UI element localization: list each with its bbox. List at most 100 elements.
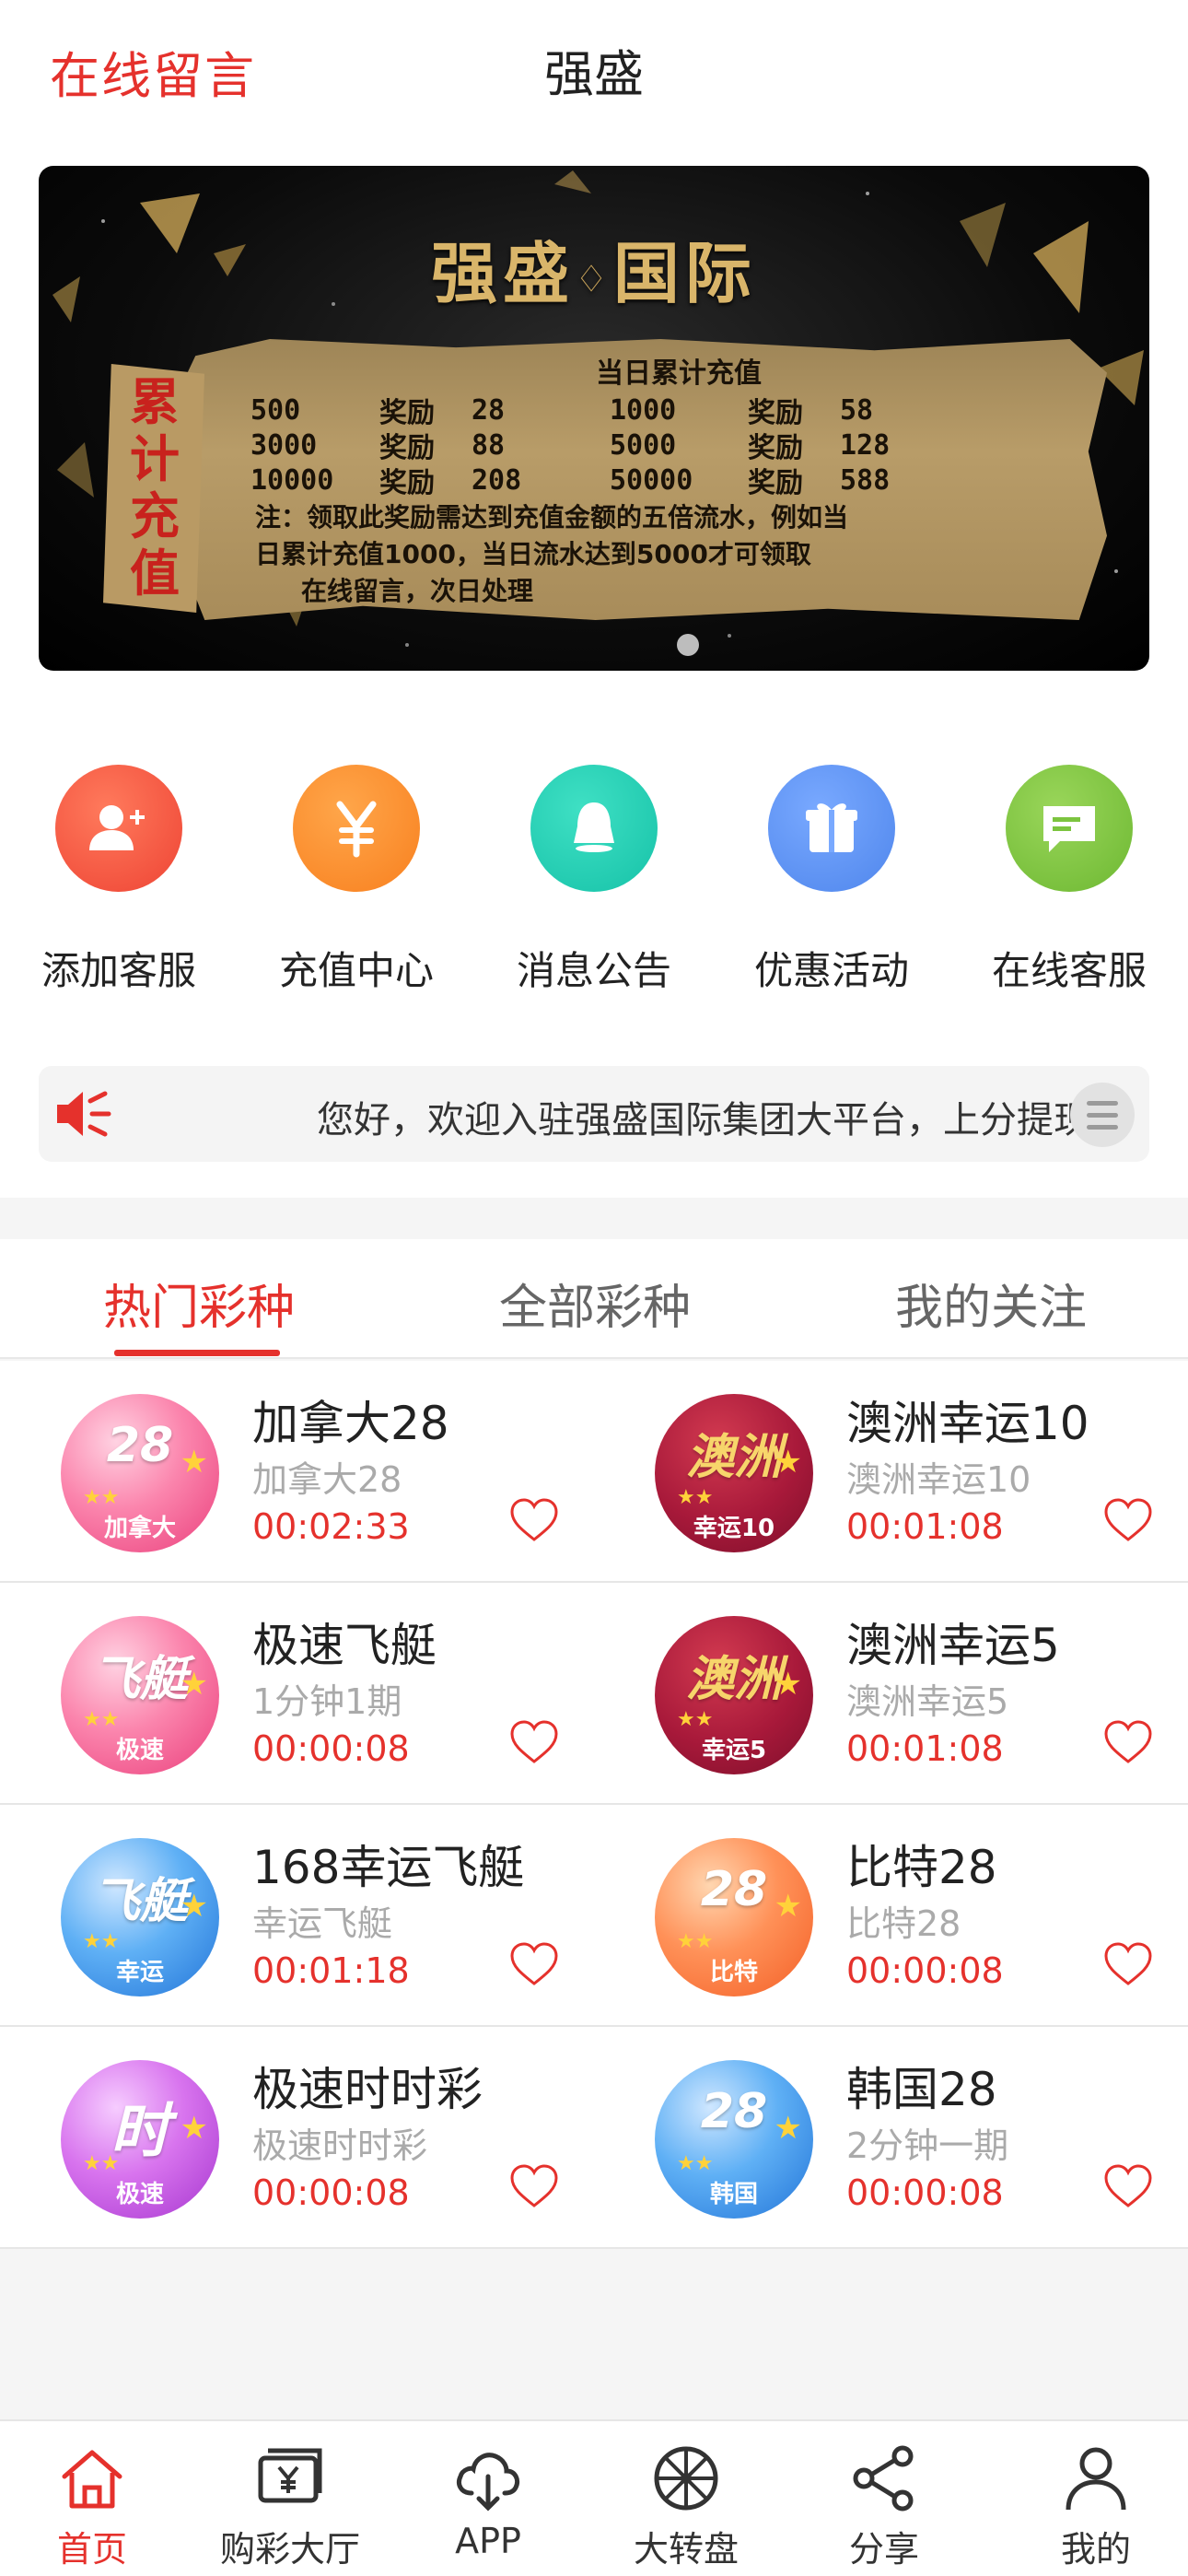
game-row: 时 ★ ★★ 极速 极速时时彩 极速时时彩 00:00:08 28 ★ ★★ 韩国 韩国28 2分钟一期…: [0, 2027, 1188, 2249]
tabbar-home[interactable]: 首页: [0, 2441, 184, 2571]
notice-marquee[interactable]: 您好，欢迎入驻强盛国际集团大平台，上分提现秒到账: [39, 1066, 1149, 1162]
game-countdown: 00:02:33: [252, 1506, 410, 1547]
tabbar-label: 分享: [848, 2529, 919, 2570]
game-name: 澳洲幸运10: [846, 1397, 1089, 1450]
page-title: 强盛: [544, 45, 644, 103]
game-card[interactable]: 时 ★ ★★ 极速 极速时时彩 极速时时彩 00:00:08: [0, 2027, 594, 2248]
game-row: 飞艇 ★ ★★ 极速 极速飞艇 1分钟1期 00:00:08 澳洲 ★ ★★ 幸运5 澳洲幸运5 澳洲幸…: [0, 1583, 1188, 1805]
heart-icon[interactable]: [1102, 2163, 1154, 2209]
game-subtitle: 澳洲幸运5: [846, 1681, 1009, 1722]
game-logo-icon: 时 ★ ★★ 极速: [61, 2060, 219, 2219]
game-countdown: 00:00:08: [252, 2172, 410, 2213]
tab-hot-games[interactable]: 热门彩种: [103, 1269, 295, 1338]
notice-text: 您好，欢迎入驻强盛国际集团大平台，上分提现秒到账: [317, 1099, 1095, 1142]
top-nav-bar: 在线留言 强盛: [0, 0, 1188, 138]
game-countdown: 00:01:08: [846, 1728, 1004, 1769]
game-name: 比特28: [846, 1841, 997, 1894]
banner-side-text: 累 计 充 值: [130, 372, 180, 603]
gift-icon: [768, 765, 895, 892]
game-logo-icon: 澳洲 ★ ★★ 幸运10: [655, 1394, 813, 1552]
banner-note: 注：领取此奖励需达到充值金额的五倍流水，例如当 日累计充值1000，当日流水达到…: [255, 502, 849, 606]
banner-heading: 当日累计充值: [596, 357, 762, 390]
shortcut-recharge[interactable]: 充值中心: [255, 765, 458, 996]
game-name: 极速时时彩: [252, 2063, 483, 2116]
game-countdown: 00:01:18: [252, 1950, 410, 1991]
game-countdown: 00:00:08: [846, 1950, 1004, 1991]
shortcut-add-support[interactable]: 添加客服: [17, 765, 220, 996]
cloud-download-icon: [457, 2453, 520, 2512]
active-tab-indicator: [114, 1350, 280, 1356]
game-name: 极速飞艇: [252, 1619, 437, 1672]
game-card[interactable]: 飞艇 ★ ★★ 幸运 168幸运飞艇幸运飞艇 00:01:18: [0, 1805, 594, 2026]
shortcut-online-support[interactable]: 在线客服: [968, 765, 1171, 996]
promo-banner[interactable]: 强盛♢国际 累 计 充 值 当日累计充值 500 奖励 28 1000 奖励 58 30…: [39, 166, 1149, 671]
shortcut-label: 优惠活动: [753, 948, 909, 993]
heart-icon[interactable]: [1102, 1719, 1154, 1765]
shortcut-label: 消息公告: [516, 948, 671, 993]
tabbar-label: 购彩大厅: [219, 2529, 360, 2570]
game-subtitle: 2分钟一期: [846, 2125, 1009, 2166]
tabbar-app[interactable]: APP: [396, 2441, 580, 2561]
top-area: 强盛♢国际 累 计 充 值 当日累计充值 500 奖励 28 1000 奖励 58 30…: [0, 138, 1188, 1198]
game-card[interactable]: 28 ★ ★★ 比特 比特28 比特28 00:00:08: [594, 1805, 1188, 2026]
game-list: 28 ★ ★★ 加拿大 加拿大28 加拿大28 00:02:33 澳洲 ★ ★★ 幸运10 澳洲幸运1…: [0, 1361, 1188, 2249]
shortcut-label: 添加客服: [41, 948, 196, 993]
game-card[interactable]: 28 ★ ★★ 加拿大 加拿大28 加拿大28 00:02:33: [0, 1361, 594, 1582]
heart-icon[interactable]: [1102, 1941, 1154, 1987]
game-logo-icon: 飞艇 ★ ★★ 幸运: [61, 1838, 219, 1996]
tabbar-lottery-hall[interactable]: 购彩大厅: [198, 2441, 382, 2571]
shortcut-announcements[interactable]: 消息公告: [493, 765, 695, 996]
bell-icon: [530, 765, 658, 892]
home-icon: [62, 2450, 122, 2509]
game-logo-icon: 28 ★ ★★ 比特: [655, 1838, 813, 1996]
shortcut-label: 充值中心: [278, 948, 434, 993]
tabbar-label: 大转盘: [633, 2529, 739, 2570]
game-card[interactable]: 澳洲 ★ ★★ 幸运10 澳洲幸运10 澳洲幸运10 00:01:08: [594, 1361, 1188, 1582]
heart-icon[interactable]: [508, 1941, 560, 1987]
ticket-icon: [258, 2448, 322, 2503]
tabbar-share[interactable]: 分享: [792, 2441, 976, 2571]
add-user-icon: [55, 765, 182, 892]
banner-title: 强盛♢国际: [431, 234, 757, 312]
game-name: 168幸运飞艇: [252, 1841, 525, 1894]
tabbar-label: APP: [455, 2521, 521, 2561]
game-logo-icon: 飞艇 ★ ★★ 极速: [61, 1616, 219, 1774]
heart-icon[interactable]: [508, 2163, 560, 2209]
game-countdown: 00:00:08: [252, 1728, 410, 1769]
game-row: 飞艇 ★ ★★ 幸运 168幸运飞艇幸运飞艇 00:01:18 28 ★ ★★ 比特 比特28 比特2…: [0, 1805, 1188, 2027]
banner-row: 3000 奖励 88 5000 奖励 128: [250, 428, 891, 465]
shortcut-row: 添加客服 充值中心 消息公告 优惠活动 在线客服: [0, 765, 1188, 1004]
game-subtitle: 澳洲幸运10: [846, 1459, 1031, 1500]
yen-icon: [293, 765, 420, 892]
tabbar-label: 首页: [56, 2529, 127, 2570]
game-subtitle: 比特28: [846, 1903, 961, 1944]
tabbar-wheel[interactable]: 大转盘: [594, 2441, 778, 2571]
heart-icon[interactable]: [508, 1719, 560, 1765]
carousel-indicator-dot[interactable]: [677, 634, 699, 656]
bottom-tab-bar: 首页 购彩大厅 APP 大转盘 分享 我的: [0, 2419, 1188, 2576]
heart-icon[interactable]: [508, 1497, 560, 1543]
user-icon: [1066, 2447, 1126, 2511]
lottery-tabs: 热门彩种 全部彩种 我的关注: [0, 1239, 1188, 1359]
tabbar-label: 我的: [1060, 2529, 1131, 2570]
shortcut-promotions[interactable]: 优惠活动: [730, 765, 933, 996]
game-logo-icon: 澳洲 ★ ★★ 幸运5: [655, 1616, 813, 1774]
speaker-icon: [57, 1091, 111, 1137]
game-logo-icon: 28 ★ ★★ 韩国: [655, 2060, 813, 2219]
game-subtitle: 幸运飞艇: [252, 1903, 393, 1944]
game-card[interactable]: 澳洲 ★ ★★ 幸运5 澳洲幸运5 澳洲幸运5 00:01:08: [594, 1583, 1188, 1804]
notice-menu-button[interactable]: [1070, 1083, 1135, 1147]
game-name: 韩国28: [846, 2063, 997, 2116]
tab-all-games[interactable]: 全部彩种: [499, 1269, 691, 1338]
game-card[interactable]: 28 ★ ★★ 韩国 韩国28 2分钟一期 00:00:08: [594, 2027, 1188, 2248]
game-card[interactable]: 飞艇 ★ ★★ 极速 极速飞艇 1分钟1期 00:00:08: [0, 1583, 594, 1804]
share-icon: [853, 2445, 914, 2512]
banner-reward-table: 当日累计充值 500 奖励 28 1000 奖励 58 3000 奖励 88 5000 奖励 1…: [250, 350, 1107, 499]
game-name: 澳洲幸运5: [846, 1619, 1060, 1672]
tabbar-mine[interactable]: 我的: [1004, 2441, 1188, 2571]
chat-icon: [1006, 765, 1133, 892]
game-logo-icon: 28 ★ ★★ 加拿大: [61, 1394, 219, 1552]
tab-my-follows[interactable]: 我的关注: [895, 1269, 1087, 1338]
game-row: 28 ★ ★★ 加拿大 加拿大28 加拿大28 00:02:33 澳洲 ★ ★★ 幸运10 澳洲幸运1…: [0, 1361, 1188, 1583]
heart-icon[interactable]: [1102, 1497, 1154, 1543]
